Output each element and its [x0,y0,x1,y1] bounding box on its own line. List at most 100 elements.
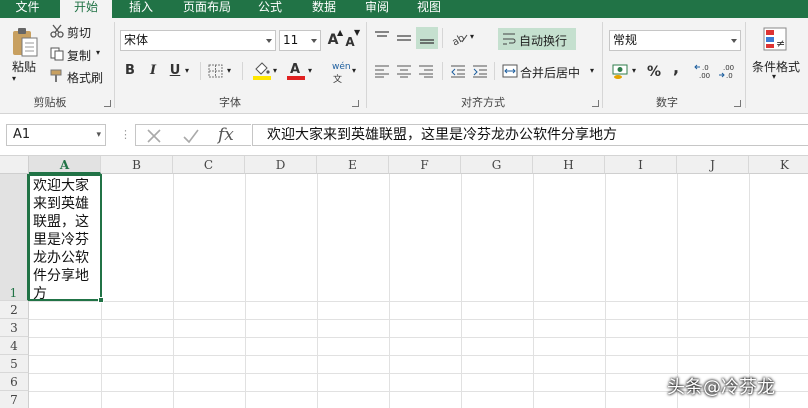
enter-icon[interactable] [182,128,200,144]
number-launcher-icon[interactable] [734,100,741,107]
svg-text:.00: .00 [723,64,734,72]
increase-decimal-icon[interactable]: .0 .00 [694,62,716,80]
chevron-down-icon[interactable]: ▾ [772,72,776,81]
decrease-decimal-icon[interactable]: .00 .0 [718,62,740,80]
row-header-4[interactable]: 4 [0,337,29,355]
copy-button[interactable]: 复制 [67,47,91,64]
percent-button[interactable]: % [646,64,662,80]
fill-color-icon[interactable] [252,60,272,80]
column-header-E[interactable]: E [317,156,389,174]
cancel-icon[interactable] [146,128,162,144]
font-name-select[interactable]: 宋体 [120,30,276,51]
increase-indent-icon[interactable] [472,64,488,78]
column-header-C[interactable]: C [173,156,245,174]
chevron-down-icon[interactable] [728,31,740,50]
scissors-icon [50,24,64,38]
tab-data[interactable]: 数据 [300,0,348,18]
svg-text:.0: .0 [702,64,709,72]
merge-center-button[interactable]: 合并后居中 [520,64,580,81]
separator [442,62,443,80]
separator [494,62,495,80]
tab-formulas[interactable]: 公式 [248,0,292,18]
paste-icon[interactable] [10,26,40,58]
row-header-2[interactable]: 2 [0,301,29,319]
bold-button[interactable]: B [122,63,138,79]
chevron-down-icon[interactable]: ▾ [470,32,474,41]
formula-input[interactable]: 欢迎大家来到英雄联盟，这里是冷芬龙办公软件分享地方 [252,124,808,146]
group-label-number: 数字 [656,96,678,109]
phonetic-guide-button[interactable]: wén [332,62,351,72]
font-size-select[interactable]: 11 [279,30,321,51]
tab-home[interactable]: 开始 [60,0,112,18]
sheet-grid: A B C D E F G H I J K 1 2 3 4 5 6 7 8 欢迎… [0,156,808,408]
orientation-icon[interactable]: ab [450,30,468,46]
column-header-G[interactable]: G [461,156,533,174]
format-painter-button[interactable]: 格式刷 [67,69,103,86]
chevron-down-icon[interactable]: ▾ [632,66,636,75]
align-middle-icon[interactable] [396,30,412,46]
column-header-A[interactable]: A [29,156,101,174]
row-header-3[interactable]: 3 [0,319,29,337]
accounting-format-icon[interactable] [611,62,631,80]
chevron-down-icon[interactable]: ▾ [227,66,231,75]
chevron-down-icon[interactable]: ▾ [185,66,189,75]
align-bottom-icon [420,39,434,44]
chevron-down-icon[interactable]: ▾ [273,66,277,75]
chevron-down-icon[interactable] [263,31,275,50]
comma-style-button[interactable]: , [668,60,684,76]
chevron-down-icon[interactable]: ▾ [352,66,356,75]
italic-button[interactable]: I [145,63,161,79]
chevron-down-icon[interactable]: ▾ [590,66,594,75]
align-left-icon[interactable] [374,64,390,78]
tab-review[interactable]: 审阅 [354,0,400,18]
cut-button[interactable]: 剪切 [67,24,91,41]
paste-button[interactable]: 粘贴 [12,58,36,75]
font-launcher-icon[interactable] [352,100,359,107]
font-color-icon[interactable]: A [286,60,306,80]
row-header-5[interactable]: 5 [0,355,29,373]
conditional-formatting-icon[interactable]: ≠ [762,26,790,54]
underline-button[interactable]: U [167,63,183,79]
cell-A1[interactable]: 欢迎大家来到英雄联盟，这里是冷芬龙办公软件分享地方 [28,174,102,302]
chevron-down-icon[interactable]: ▾ [308,66,312,75]
decrease-indent-icon[interactable] [450,64,466,78]
chevron-down-icon[interactable] [308,31,320,50]
row-header-6[interactable]: 6 [0,373,29,391]
tab-file[interactable]: 文件 [0,0,55,18]
align-center-icon[interactable] [396,64,412,78]
chevron-down-icon[interactable]: ▾ [12,74,16,83]
wrap-text-icon [503,33,516,45]
insert-function-button[interactable]: fx [218,125,234,145]
fill-handle[interactable] [98,297,104,303]
clipboard-launcher-icon[interactable] [104,100,111,107]
svg-text:.0: .0 [726,72,733,80]
watermark: 头条@冷芬龙 [667,377,775,398]
border-icon[interactable] [208,64,224,78]
column-header-F[interactable]: F [389,156,461,174]
decrease-icon: ▼ [354,28,361,37]
chevron-down-icon[interactable]: ▾ [96,48,100,57]
column-header-B[interactable]: B [101,156,173,174]
row-header-1[interactable]: 1 [0,174,29,301]
chevron-down-icon[interactable]: ▾ [96,125,101,145]
copy-icon [50,47,64,61]
column-header-H[interactable]: H [533,156,605,174]
wrap-text-label: 自动换行 [519,34,568,48]
resize-handle-icon[interactable]: ⋮ [120,128,131,141]
align-top-icon[interactable] [374,30,390,46]
group-label-font: 字体 [219,96,241,109]
phonetic-glyph-icon: 文 [333,75,343,85]
alignment-launcher-icon[interactable] [592,100,599,107]
column-header-K[interactable]: K [749,156,808,174]
tab-insert[interactable]: 插入 [116,0,166,18]
align-right-icon[interactable] [418,64,434,78]
number-format-select[interactable]: 常规 [609,30,741,51]
column-header-I[interactable]: I [605,156,677,174]
row-header-7[interactable]: 7 [0,391,29,408]
column-header-J[interactable]: J [677,156,749,174]
tab-view[interactable]: 视图 [406,0,452,18]
tab-page-layout[interactable]: 页面布局 [172,0,242,18]
column-header-D[interactable]: D [245,156,317,174]
select-all-corner[interactable] [0,156,29,174]
name-box[interactable]: A1 ▾ [6,124,106,146]
